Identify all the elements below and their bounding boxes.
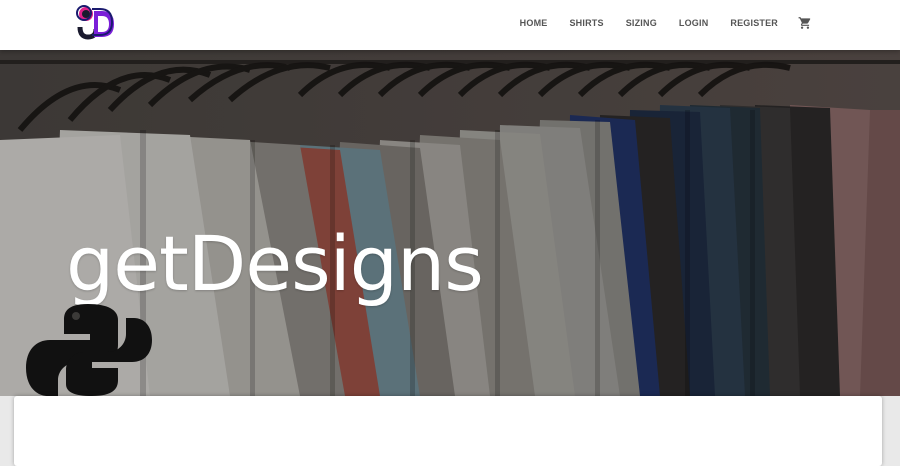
nav-shirts[interactable]: SHIRTS [569,18,603,28]
nav-sizing[interactable]: SIZING [626,18,657,28]
gd-logo-icon[interactable] [76,5,116,43]
nav-login[interactable]: LOGIN [679,18,709,28]
python-logo-icon [26,304,152,396]
main-menu: HOME SHIRTS SIZING LOGIN REGISTER [498,0,812,46]
hero-title: getDesigns [66,219,484,308]
top-navbar: HOME SHIRTS SIZING LOGIN REGISTER [0,0,900,50]
shopping-cart-icon[interactable] [798,16,812,30]
nav-home[interactable]: HOME [520,18,548,28]
nav-register[interactable]: REGISTER [730,18,778,28]
content-card [14,396,882,466]
